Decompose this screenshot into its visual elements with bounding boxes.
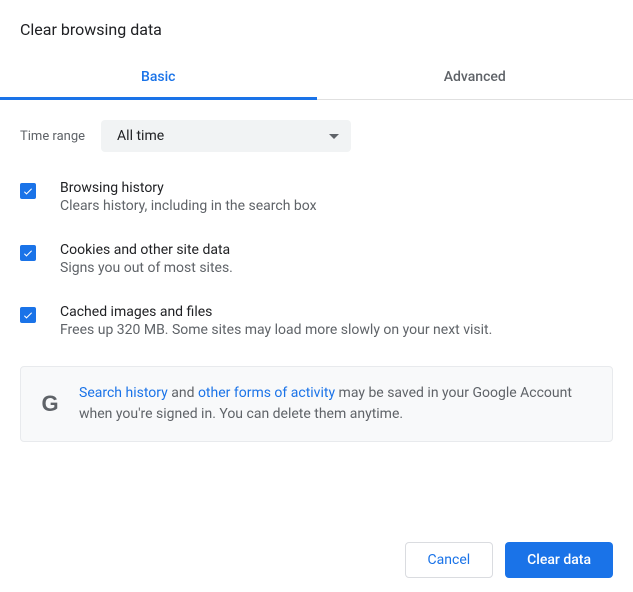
option-desc: Signs you out of most sites. xyxy=(60,260,233,276)
check-icon xyxy=(22,247,34,259)
option-title: Cookies and other site data xyxy=(60,242,233,258)
time-range-label: Time range xyxy=(20,129,85,144)
option-title: Cached images and files xyxy=(60,304,492,320)
cancel-button[interactable]: Cancel xyxy=(405,542,494,578)
link-other-activity[interactable]: other forms of activity xyxy=(198,385,335,401)
info-text-part: and xyxy=(168,385,198,401)
checkbox-browsing-history[interactable] xyxy=(20,183,36,199)
option-text: Browsing history Clears history, includi… xyxy=(60,180,317,214)
option-desc: Frees up 320 MB. Some sites may load mor… xyxy=(60,322,492,338)
tab-advanced[interactable]: Advanced xyxy=(317,57,633,99)
info-box: G Search history and other forms of acti… xyxy=(20,366,613,442)
clear-data-button[interactable]: Clear data xyxy=(505,542,613,578)
time-range-select[interactable]: All time xyxy=(101,120,351,152)
option-browsing-history: Browsing history Clears history, includi… xyxy=(20,180,613,214)
google-icon: G xyxy=(39,391,61,417)
dialog-footer: Cancel Clear data xyxy=(405,542,613,578)
check-icon xyxy=(22,185,34,197)
option-text: Cached images and files Frees up 320 MB.… xyxy=(60,304,492,338)
info-text: Search history and other forms of activi… xyxy=(79,383,594,425)
checkbox-cookies[interactable] xyxy=(20,245,36,261)
dialog-title: Clear browsing data xyxy=(0,0,633,57)
option-cache: Cached images and files Frees up 320 MB.… xyxy=(20,304,613,338)
option-title: Browsing history xyxy=(60,180,317,196)
dialog-content: Time range All time Browsing history Cle… xyxy=(0,100,633,462)
link-search-history[interactable]: Search history xyxy=(79,385,168,401)
checkbox-cache[interactable] xyxy=(20,307,36,323)
option-cookies: Cookies and other site data Signs you ou… xyxy=(20,242,613,276)
check-icon xyxy=(22,309,34,321)
option-text: Cookies and other site data Signs you ou… xyxy=(60,242,233,276)
tabs: Basic Advanced xyxy=(0,57,633,100)
time-range-row: Time range All time xyxy=(20,120,613,152)
time-range-value: All time xyxy=(117,128,164,144)
option-desc: Clears history, including in the search … xyxy=(60,198,317,214)
chevron-down-icon xyxy=(329,134,339,139)
tab-basic[interactable]: Basic xyxy=(0,57,317,99)
